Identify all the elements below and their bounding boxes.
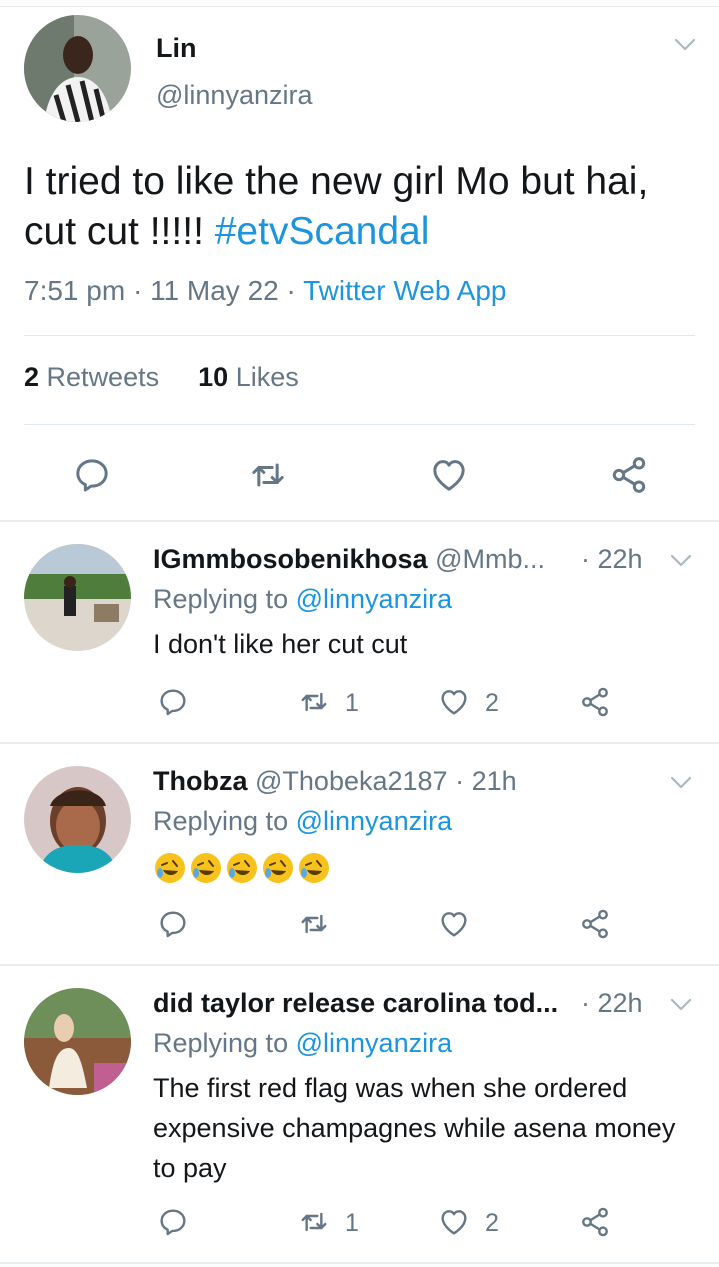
reply-author-handle[interactable]: @Mmb... [435,544,545,574]
like-icon[interactable] [438,908,470,940]
share-icon[interactable] [579,908,611,940]
author-name[interactable]: Lin [156,33,197,64]
reply-icon[interactable] [72,455,112,495]
rofl-emoji-icon [153,851,187,885]
retweet-icon[interactable] [298,686,330,718]
like-icon[interactable] [429,455,469,495]
tweet-date: 11 May 22 [150,275,279,306]
rofl-emoji-icon [189,851,223,885]
replying-to: Replying to @linnyanzira [153,1028,452,1059]
retweet-count: 1 [345,1209,359,1237]
share-icon[interactable] [579,1206,611,1238]
reply-icon[interactable] [157,686,189,718]
retweet-icon[interactable] [248,455,288,495]
replying-label: Replying to [153,584,289,614]
chevron-down-icon[interactable] [670,554,692,568]
meta-dot: · [286,275,296,306]
reply-avatar[interactable] [24,988,131,1095]
reply-avatar[interactable] [24,544,131,651]
tweet-text: I tried to like the new girl Mo but hai,… [24,157,694,257]
reply-icon[interactable] [157,1206,189,1238]
rofl-emoji-icon [261,851,295,885]
author-avatar[interactable] [24,15,131,122]
reply-author-name[interactable]: Thobza [153,766,248,796]
divider [24,335,695,336]
tweet-source-link[interactable]: Twitter Web App [303,275,506,306]
retweet-icon[interactable] [298,1206,330,1238]
divider [24,424,695,425]
share-icon[interactable] [609,455,649,495]
rofl-emoji-icon [297,851,331,885]
reply-emoji-text [153,846,693,886]
like-count: 2 [485,689,499,717]
retweets-stat[interactable]: 2 Retweets [24,362,159,392]
chevron-down-icon[interactable] [674,38,696,52]
reply-icon[interactable] [157,908,189,940]
like-count: 2 [485,1209,499,1237]
reply-text: I don't like her cut cut [153,629,408,659]
reply-header: IGmmbosobenikhosa @Mmb... [153,544,545,575]
reply-header: Thobza @Thobeka2187 · 21h [153,766,517,797]
replying-label: Replying to [153,1028,289,1058]
retweet-icon[interactable] [298,908,330,940]
tweet-meta: 7:51 pm · 11 May 22 · Twitter Web App [24,275,506,307]
likes-stat[interactable]: 10 Likes [198,362,299,392]
reply-time: · 22h [581,544,643,574]
reply-author-name[interactable]: did taylor release carolina tod... [153,988,558,1018]
rofl-emoji-icon [225,851,259,885]
author-handle[interactable]: @linnyanzira [156,80,312,111]
separator [0,1262,719,1264]
chevron-down-icon[interactable] [670,998,692,1012]
retweets-count: 2 [24,362,40,392]
retweets-label: Retweets [46,362,160,392]
retweet-count: 1 [345,689,359,717]
replying-label: Replying to [153,806,289,836]
likes-count: 10 [198,362,229,392]
meta-dot: · [132,275,143,306]
like-icon[interactable] [438,686,470,718]
likes-label: Likes [235,362,299,392]
reply-tweet[interactable]: Thobza @Thobeka2187 · 21h Replying to @l… [0,744,719,964]
main-tweet: Lin @linnyanzira I tried to like the new… [0,7,719,520]
replying-to: Replying to @linnyanzira [153,584,452,615]
replying-to: Replying to @linnyanzira [153,806,452,837]
chevron-down-icon[interactable] [670,776,692,790]
reply-header: did taylor release carolina tod... [153,988,558,1019]
replying-handle-link[interactable]: @linnyanzira [296,806,452,836]
reply-time: · 21h [455,766,517,796]
tweet-time: 7:51 pm [24,275,126,306]
replying-handle-link[interactable]: @linnyanzira [296,1028,452,1058]
hashtag-link[interactable]: #etvScandal [215,210,430,253]
replying-handle-link[interactable]: @linnyanzira [296,584,452,614]
reply-tweet[interactable]: IGmmbosobenikhosa @Mmb... · 22h Replying… [0,522,719,742]
reply-avatar[interactable] [24,766,131,873]
reply-time: · 22h [581,988,643,1018]
share-icon[interactable] [579,686,611,718]
reply-tweet[interactable]: did taylor release carolina tod... · 22h… [0,966,719,1260]
tweet-stats: 2 Retweets 10 Likes [24,362,299,393]
reply-author-handle[interactable]: @Thobeka2187 [255,766,448,796]
reply-author-name[interactable]: IGmmbosobenikhosa [153,544,428,574]
reply-text: The first red flag was when she ordered … [153,1073,676,1183]
like-icon[interactable] [438,1206,470,1238]
